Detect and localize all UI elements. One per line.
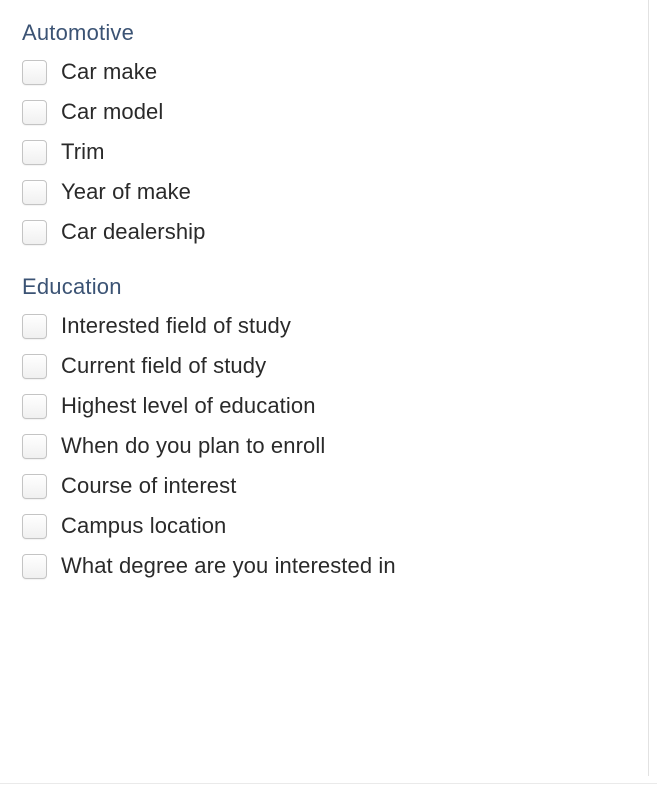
checkbox-car-model-row[interactable]: Car model <box>22 92 635 132</box>
checkbox-interested-field-of-study-row[interactable]: Interested field of study <box>22 306 635 346</box>
checkbox-car-model-label: Car model <box>61 99 163 125</box>
education-section-title: Education <box>22 274 635 300</box>
checkbox-when-do-you-plan-to-enroll[interactable] <box>22 434 47 459</box>
checkbox-campus-location-label: Campus location <box>61 513 226 539</box>
checkbox-current-field-of-study-row[interactable]: Current field of study <box>22 346 635 386</box>
checkbox-car-make-row[interactable]: Car make <box>22 52 635 92</box>
panel-bottom-divider <box>0 783 657 784</box>
checkbox-interested-field-of-study-label: Interested field of study <box>61 313 291 339</box>
checkbox-interested-field-of-study[interactable] <box>22 314 47 339</box>
checkbox-trim-label: Trim <box>61 139 105 165</box>
checkbox-car-dealership-label: Car dealership <box>61 219 205 245</box>
checkbox-what-degree-are-you-interested-in-label: What degree are you interested in <box>61 553 396 579</box>
automotive-section: Automotive Car make Car model Trim Year of m… <box>22 20 635 252</box>
checkbox-when-do-you-plan-to-enroll-row[interactable]: When do you plan to enroll <box>22 426 635 466</box>
checkbox-highest-level-of-education-label: Highest level of education <box>61 393 316 419</box>
checkbox-trim[interactable] <box>22 140 47 165</box>
checkbox-when-do-you-plan-to-enroll-label: When do you plan to enroll <box>61 433 325 459</box>
checkbox-highest-level-of-education-row[interactable]: Highest level of education <box>22 386 635 426</box>
automotive-section-title: Automotive <box>22 20 635 46</box>
checkbox-car-make-label: Car make <box>61 59 157 85</box>
checkbox-year-of-make-label: Year of make <box>61 179 191 205</box>
checkbox-year-of-make[interactable] <box>22 180 47 205</box>
checkbox-trim-row[interactable]: Trim <box>22 132 635 172</box>
panel-right-divider <box>648 0 649 776</box>
checkbox-car-dealership[interactable] <box>22 220 47 245</box>
checkbox-course-of-interest-label: Course of interest <box>61 473 236 499</box>
checkbox-car-dealership-row[interactable]: Car dealership <box>22 212 635 252</box>
checkbox-current-field-of-study-label: Current field of study <box>61 353 266 379</box>
checkbox-what-degree-are-you-interested-in-row[interactable]: What degree are you interested in <box>22 546 635 586</box>
checkbox-course-of-interest[interactable] <box>22 474 47 499</box>
form-options-panel: Automotive Car make Car model Trim Year of m… <box>22 20 635 586</box>
checkbox-year-of-make-row[interactable]: Year of make <box>22 172 635 212</box>
checkbox-car-model[interactable] <box>22 100 47 125</box>
education-section: Education Interested field of study Curren… <box>22 274 635 586</box>
checkbox-car-make[interactable] <box>22 60 47 85</box>
checkbox-campus-location[interactable] <box>22 514 47 539</box>
checkbox-campus-location-row[interactable]: Campus location <box>22 506 635 546</box>
checkbox-what-degree-are-you-interested-in[interactable] <box>22 554 47 579</box>
checkbox-current-field-of-study[interactable] <box>22 354 47 379</box>
checkbox-course-of-interest-row[interactable]: Course of interest <box>22 466 635 506</box>
checkbox-highest-level-of-education[interactable] <box>22 394 47 419</box>
